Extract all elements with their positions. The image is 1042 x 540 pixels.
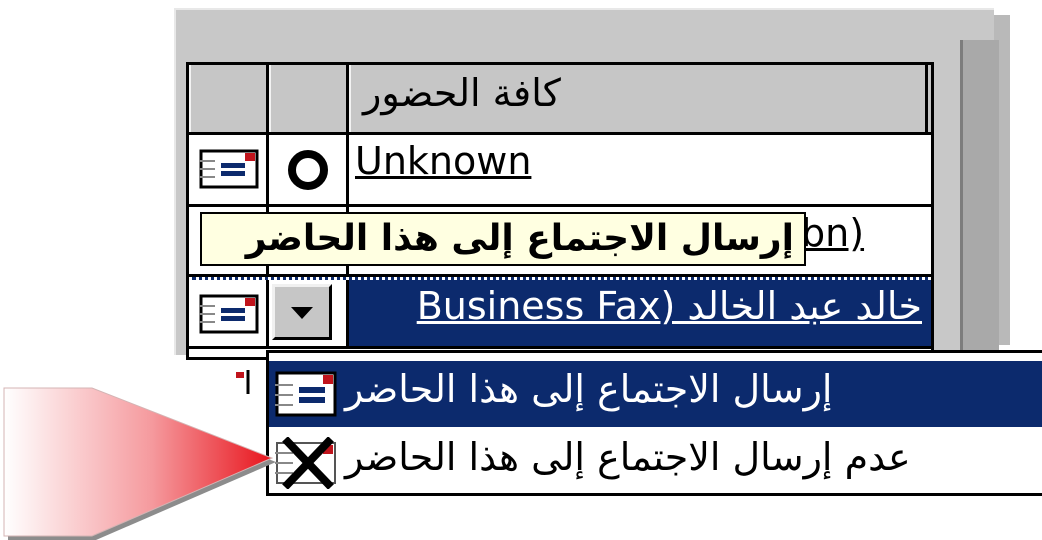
callout-arrow-icon (3, 387, 276, 540)
envelope-icon (199, 149, 259, 189)
attendee-name-link[interactable]: Unknown (355, 139, 531, 183)
menu-item-dont-send[interactable]: عدم إرسال الاجتماع إلى هذا الحاضر (269, 429, 1042, 495)
menu-item-send-label: إرسال الاجتماع إلى هذا الحاضر (345, 367, 833, 411)
header-cell-response[interactable] (269, 65, 349, 132)
envelope-icon (199, 294, 259, 334)
header-cell-attendees[interactable]: كافة الحضور (349, 65, 928, 132)
attendee-name-link[interactable]: خالد عبد الخالد (Business Fax (417, 284, 922, 328)
menu-item-send[interactable]: إرسال الاجتماع إلى هذا الحاضر (269, 361, 1042, 427)
attendee-name-cell[interactable]: خالد عبد الخالد (Business Fax (349, 280, 928, 346)
table-row[interactable]: Unknown (189, 135, 931, 207)
send-option-dropdown-button[interactable] (272, 284, 332, 340)
grid-header-row: كافة الحضور (189, 65, 931, 135)
send-tooltip: إرسال الاجتماع إلى هذا الحاضر (200, 212, 806, 266)
chevron-down-icon (291, 307, 313, 319)
unknown-response-icon (288, 150, 328, 190)
response-cell[interactable] (269, 135, 349, 204)
send-cell[interactable] (189, 280, 269, 346)
header-cell-icon[interactable] (189, 65, 269, 132)
send-cell[interactable] (189, 135, 269, 204)
attendees-header-label: كافة الحضور (363, 71, 561, 115)
attendee-name-cell[interactable]: Unknown (349, 135, 928, 204)
attendee-name-link[interactable]: bn) (801, 211, 864, 255)
panel-edge (960, 40, 999, 350)
menu-item-dont-send-label: عدم إرسال الاجتماع إلى هذا الحاضر (345, 435, 911, 479)
send-options-menu: إرسال الاجتماع إلى هذا الحاضر عدم إرسال … (266, 350, 1042, 496)
